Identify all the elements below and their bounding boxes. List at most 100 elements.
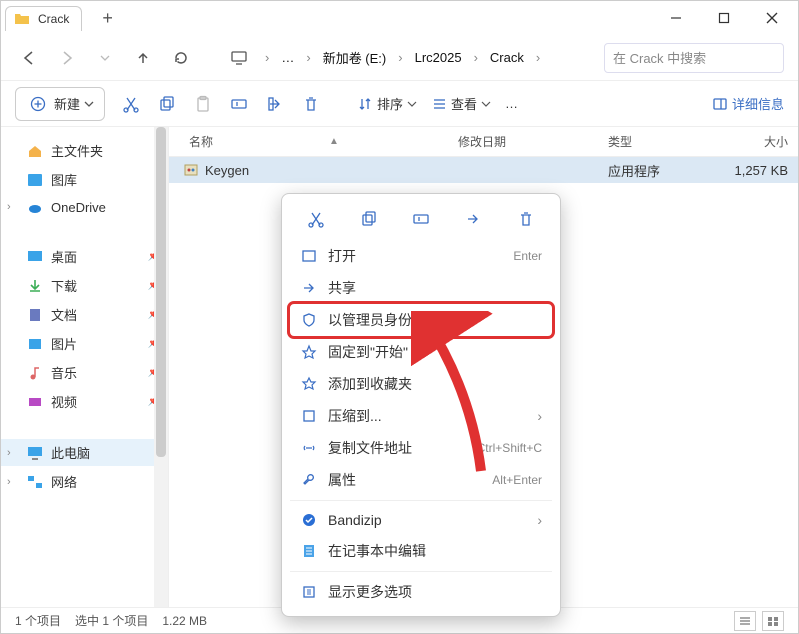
- details-icon: [712, 96, 728, 112]
- gallery-icon: [27, 172, 43, 188]
- chevron-down-icon: [407, 99, 417, 109]
- pin-icon: [300, 343, 318, 361]
- cm-copy-path[interactable]: 复制文件地址Ctrl+Shift+C: [290, 432, 552, 464]
- forward-button[interactable]: [53, 44, 81, 72]
- cm-share[interactable]: 共享: [290, 272, 552, 304]
- chevron-right-icon: ›: [537, 512, 542, 528]
- view-button[interactable]: 查看: [431, 94, 491, 113]
- cut-button[interactable]: [119, 92, 143, 116]
- sort-asc-icon: ▲: [329, 136, 339, 147]
- chevron-right-icon[interactable]: ›: [7, 201, 11, 213]
- details-pane-button[interactable]: 详细信息: [712, 94, 784, 113]
- sidebar-item-desktop[interactable]: 桌面📌: [1, 243, 168, 270]
- cm-properties[interactable]: 属性Alt+Enter: [290, 464, 552, 496]
- home-icon: [27, 143, 43, 159]
- list-icon: [431, 96, 447, 112]
- sidebar-item-videos[interactable]: 视频📌: [1, 388, 168, 415]
- tab-crack[interactable]: Crack: [5, 6, 82, 31]
- breadcrumb-crack[interactable]: Crack: [490, 50, 524, 65]
- file-row[interactable]: Keygen 应用程序 1,257 KB: [169, 157, 798, 183]
- sidebar-item-gallery[interactable]: 图库: [1, 166, 168, 193]
- refresh-button[interactable]: [167, 44, 195, 72]
- separator: [290, 571, 552, 572]
- sidebar-item-home[interactable]: 主文件夹: [1, 137, 168, 164]
- maximize-button[interactable]: [702, 4, 746, 32]
- rename-button[interactable]: [227, 92, 251, 116]
- chevron-down-icon: [481, 99, 491, 109]
- cm-open[interactable]: 打开Enter: [290, 240, 552, 272]
- pc-icon: [27, 445, 43, 461]
- sidebar: 主文件夹 图库 ›OneDrive 桌面📌 下载📌 文档📌 图片📌 音乐📌 视频…: [1, 127, 169, 617]
- sidebar-item-documents[interactable]: 文档📌: [1, 301, 168, 328]
- toolbar: 新建 排序 查看 … 详细信息: [1, 81, 798, 127]
- paste-button[interactable]: [191, 92, 215, 116]
- cm-bandizip[interactable]: Bandizip›: [290, 505, 552, 535]
- cm-show-more[interactable]: 显示更多选项: [290, 576, 552, 608]
- column-date: 修改日期: [458, 133, 608, 150]
- sidebar-scrollbar[interactable]: [154, 127, 168, 617]
- sidebar-item-onedrive[interactable]: ›OneDrive: [1, 195, 168, 219]
- cm-rename-button[interactable]: [408, 206, 434, 232]
- cm-favorite[interactable]: 添加到收藏夹: [290, 368, 552, 400]
- status-size: 1.22 MB: [162, 614, 207, 628]
- video-icon: [27, 394, 43, 410]
- chevron-down-icon: [84, 99, 94, 109]
- search-input[interactable]: 在 Crack 中搜索: [604, 43, 784, 73]
- view-icons-button[interactable]: [762, 611, 784, 631]
- cm-delete-button[interactable]: [513, 206, 539, 232]
- cm-compress[interactable]: 压缩到...›: [290, 400, 552, 432]
- minimize-button[interactable]: [654, 4, 698, 32]
- cm-pin-start[interactable]: 固定到"开始": [290, 336, 552, 368]
- cloud-icon: [27, 199, 43, 215]
- cm-notepad[interactable]: 在记事本中编辑: [290, 535, 552, 567]
- nav-bar: › … › 新加卷 (E:) › Lrc2025 › Crack › 在 Cra…: [1, 35, 798, 81]
- back-button[interactable]: [15, 44, 43, 72]
- music-icon: [27, 365, 43, 381]
- breadcrumb-lrc2025[interactable]: Lrc2025: [415, 50, 462, 65]
- separator: [290, 500, 552, 501]
- recent-dropdown[interactable]: [91, 44, 119, 72]
- close-button[interactable]: [750, 4, 794, 32]
- column-headers[interactable]: 名称▲ 修改日期 类型 大小: [169, 127, 798, 157]
- chevron-right-icon[interactable]: ›: [7, 447, 11, 459]
- chevron-right-icon[interactable]: ›: [7, 476, 11, 488]
- sort-button[interactable]: 排序: [357, 94, 417, 113]
- desktop-icon: [27, 249, 43, 265]
- exe-icon: [183, 162, 199, 178]
- sidebar-item-thispc[interactable]: ›此电脑: [1, 439, 168, 466]
- sidebar-item-downloads[interactable]: 下载📌: [1, 272, 168, 299]
- sidebar-item-music[interactable]: 音乐📌: [1, 359, 168, 386]
- more-icon: [300, 583, 318, 601]
- new-button[interactable]: 新建: [15, 87, 105, 121]
- breadcrumb-drive[interactable]: 新加卷 (E:): [323, 48, 387, 67]
- context-menu: 打开Enter 共享 以管理员身份运行 固定到"开始" 添加到收藏夹 压缩到..…: [281, 193, 561, 617]
- plus-circle-icon: [26, 92, 50, 116]
- new-tab-button[interactable]: +: [102, 8, 113, 29]
- chevron-right-icon: ›: [398, 50, 402, 65]
- sidebar-item-pictures[interactable]: 图片📌: [1, 330, 168, 357]
- up-button[interactable]: [129, 44, 157, 72]
- more-button[interactable]: …: [505, 96, 518, 111]
- picture-icon: [27, 336, 43, 352]
- column-name: 名称: [189, 133, 213, 150]
- column-size: 大小: [718, 133, 798, 150]
- bandizip-icon: [300, 511, 318, 529]
- cm-share-button[interactable]: [460, 206, 486, 232]
- share-icon: [300, 279, 318, 297]
- titlebar: Crack +: [1, 1, 798, 35]
- cm-run-as-admin[interactable]: 以管理员身份运行: [290, 304, 552, 336]
- share-button[interactable]: [263, 92, 287, 116]
- download-icon: [27, 278, 43, 294]
- open-icon: [300, 247, 318, 265]
- delete-button[interactable]: [299, 92, 323, 116]
- network-icon: [27, 474, 43, 490]
- view-details-button[interactable]: [734, 611, 756, 631]
- tab-title: Crack: [38, 12, 69, 26]
- breadcrumb-dots[interactable]: …: [281, 50, 294, 65]
- sidebar-item-network[interactable]: ›网络: [1, 468, 168, 495]
- status-count: 1 个项目: [15, 612, 61, 629]
- thispc-icon[interactable]: [225, 44, 253, 72]
- cm-copy-button[interactable]: [356, 206, 382, 232]
- cm-cut-button[interactable]: [303, 206, 329, 232]
- copy-button[interactable]: [155, 92, 179, 116]
